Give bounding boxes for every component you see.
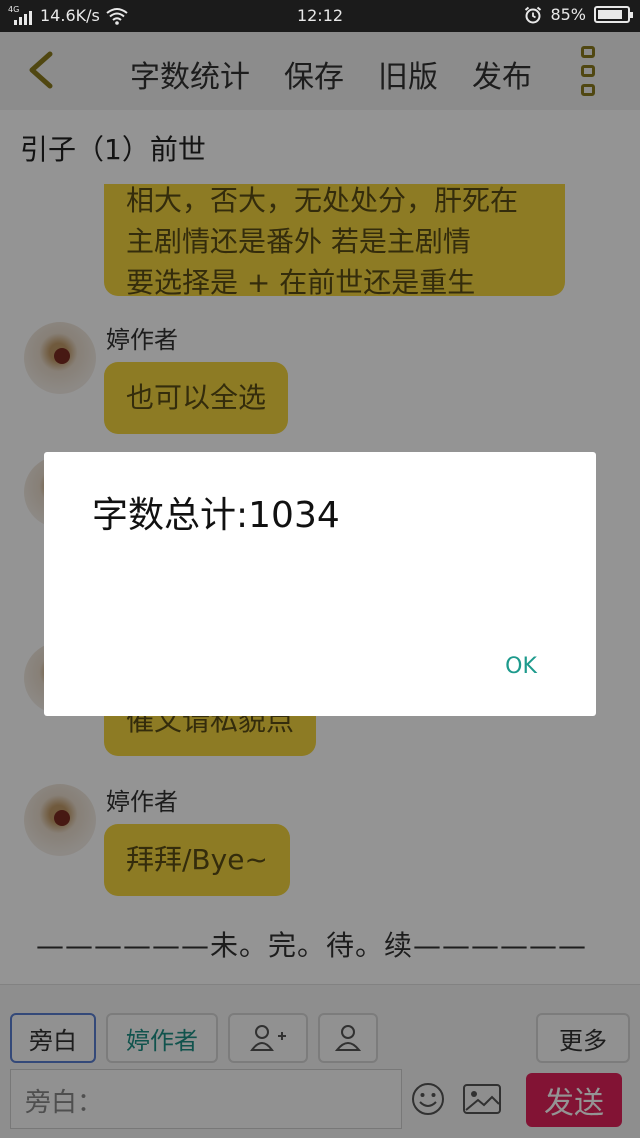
alarm-icon — [525, 6, 542, 23]
word-count-dialog: 字数总计:1034 OK — [44, 452, 596, 716]
battery-percent: 85% — [550, 5, 586, 24]
status-bar: 4G 14.6K/s 12:12 85% — [0, 0, 640, 32]
ok-button[interactable]: OK — [496, 648, 546, 684]
battery-icon — [594, 6, 633, 23]
battery-fill — [598, 10, 622, 19]
status-right: 85% — [524, 5, 633, 24]
dialog-message: 字数总计:1034 — [92, 495, 340, 536]
ok-label: OK — [505, 653, 537, 679]
